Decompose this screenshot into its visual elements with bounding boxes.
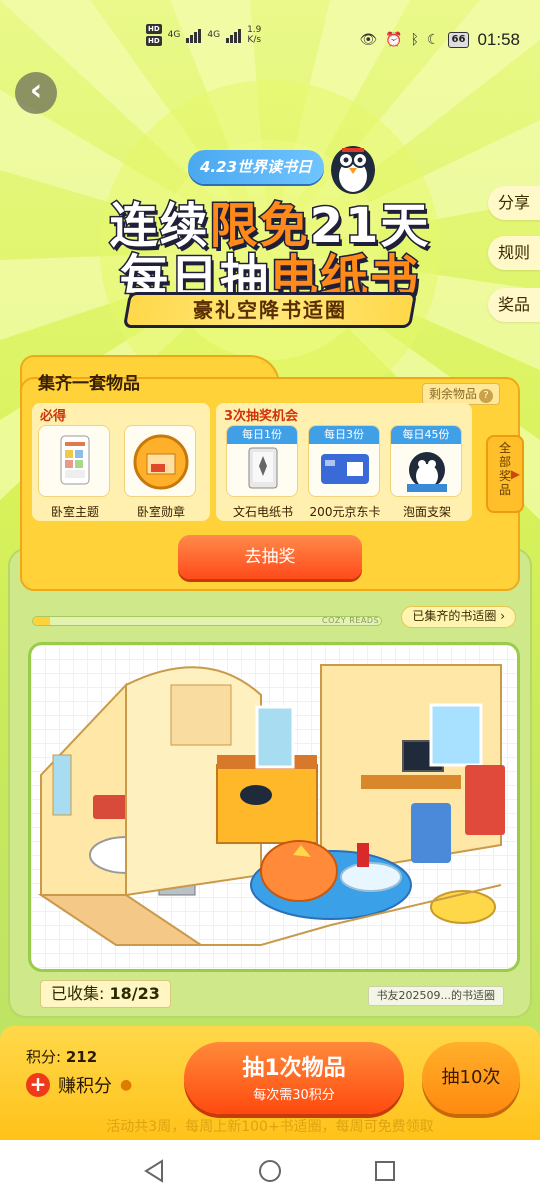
chevron-left-icon: ‹ — [29, 73, 43, 108]
bedroom-badge-icon — [124, 425, 196, 497]
bluetooth-icon: ᛒ — [410, 32, 419, 48]
collection-progress-fill — [33, 617, 51, 625]
nav-recents-icon[interactable] — [372, 1158, 398, 1184]
question-icon: ? — [479, 389, 493, 403]
alarm-icon: ⏰ — [385, 32, 403, 48]
status-left: HD HD 4G 4G 1.9 K/s — [146, 24, 261, 46]
bottom-action-bar: 积分: 212 + 赚积分 ● 抽1次物品 每次需30积分 抽10次 活动共3周… — [0, 1026, 540, 1140]
points-label: 积分: — [26, 1048, 62, 1066]
plus-icon: + — [26, 1073, 50, 1097]
back-button[interactable]: ‹ — [15, 72, 57, 114]
ereader-icon: 每日1份 — [226, 425, 298, 497]
network-speed: 1.9 K/s — [247, 25, 261, 45]
item-name: 泡面支架 — [402, 505, 451, 519]
collected-value: 18/23 — [109, 984, 160, 1003]
jd-card-icon: 每日3份 — [308, 425, 380, 497]
collected-label-text: 已收集: — [51, 984, 105, 1003]
must-get-label: 必得 — [40, 409, 67, 424]
draw-ten-button[interactable]: 抽10次 — [422, 1042, 520, 1114]
draw-once-button[interactable]: 抽1次物品 每次需30积分 — [184, 1042, 404, 1114]
hero-ribbon: 豪礼空降书适圈 — [122, 292, 418, 328]
lottery-item-jd-card[interactable]: 每日3份 200元京东卡 — [308, 425, 382, 520]
room-illustration[interactable] — [28, 642, 520, 972]
eye-icon: 👁 — [359, 32, 378, 48]
collected-count: 已收集: 18/23 — [40, 980, 171, 1008]
hero-badge: 4.23世界读书日 — [188, 150, 325, 184]
item-name: 卧室主题 — [50, 505, 99, 519]
hero-ribbon-text: 豪礼空降书适圈 — [193, 298, 347, 322]
points-display: 积分: 212 — [26, 1046, 97, 1067]
room-owner-label: 书友202509...的书适圈 — [367, 986, 504, 1006]
battery-icon: 66 — [447, 32, 470, 48]
item-name: 文石电纸书 — [232, 505, 293, 519]
status-bar: HD HD 4G 4G 1.9 K/s 👁 ⏰ ᛒ ☾ 66 01:58 — [0, 0, 540, 72]
system-nav-bar — [0, 1140, 540, 1200]
isometric-room-image — [37, 664, 505, 946]
noodle-stand-icon: 每日45份 — [390, 425, 462, 497]
all-prizes-button[interactable]: 全部奖品 ▶ — [486, 435, 524, 513]
signal-icon-2 — [226, 27, 242, 43]
must-get-panel: 必得 卧室主题 卧室勋章 — [32, 403, 210, 521]
collect-set-card: 集齐一套物品 剩余物品? 必得 卧室主题 卧室勋章 3次抽奖机会 每日1份 文石… — [20, 355, 524, 591]
draw-once-cost: 每次需30积分 — [253, 1088, 335, 1103]
collect-title: 集齐一套物品 — [38, 374, 140, 394]
hd-icon: HD HD — [146, 24, 162, 46]
chevron-right-icon: ▶ — [510, 467, 520, 481]
earn-points-button[interactable]: + 赚积分 ● — [26, 1072, 132, 1098]
speed-unit: K/s — [247, 35, 262, 45]
coin-icon: ● — [120, 1077, 133, 1093]
room-section: COZY READS 已集齐的书适圈 › 已收集: 18/23 书友202509… — [8, 548, 532, 1018]
bedroom-theme-icon — [38, 425, 110, 497]
must-item-bedroom-theme[interactable]: 卧室主题 — [38, 425, 112, 520]
network-type-2: 4G — [207, 30, 221, 40]
clock: 01:58 — [477, 30, 520, 49]
moon-icon: ☾ — [426, 32, 440, 48]
item-name: 200元京东卡 — [309, 505, 381, 519]
lottery-chances-label: 3次抽奖机会 — [224, 409, 299, 424]
nav-home-icon[interactable] — [257, 1158, 283, 1184]
earn-points-label: 赚积分 — [58, 1076, 112, 1097]
lottery-panel: 3次抽奖机会 每日1份 文石电纸书 每日3份 200元京东卡 每日45份 泡面支… — [216, 403, 472, 521]
activity-ticker: 活动共3周，每周上新100+书适圈，每周可免费领取 — [106, 1119, 434, 1135]
must-item-bedroom-badge[interactable]: 卧室勋章 — [124, 425, 198, 520]
draw-once-label: 抽1次物品 — [242, 1056, 346, 1081]
lottery-item-ereader[interactable]: 每日1份 文石电纸书 — [226, 425, 300, 520]
lottery-item-noodle-stand[interactable]: 每日45份 泡面支架 — [390, 425, 464, 520]
cozy-reads-label: COZY READS — [322, 616, 380, 625]
speed-value: 1.9 — [247, 25, 262, 35]
collected-rooms-button[interactable]: 已集齐的书适圈 › — [401, 606, 516, 628]
go-draw-button[interactable]: 去抽奖 — [178, 535, 362, 579]
nav-back-icon[interactable] — [142, 1158, 168, 1184]
remaining-items-button[interactable]: 剩余物品? — [421, 383, 500, 405]
remaining-items-label: 剩余物品 — [428, 387, 477, 401]
item-name: 卧室勋章 — [136, 505, 185, 519]
status-right: 👁 ⏰ ᛒ ☾ 66 01:58 — [359, 30, 520, 50]
points-value: 212 — [65, 1048, 98, 1066]
signal-icon — [186, 27, 202, 43]
network-type-1: 4G — [167, 30, 181, 40]
